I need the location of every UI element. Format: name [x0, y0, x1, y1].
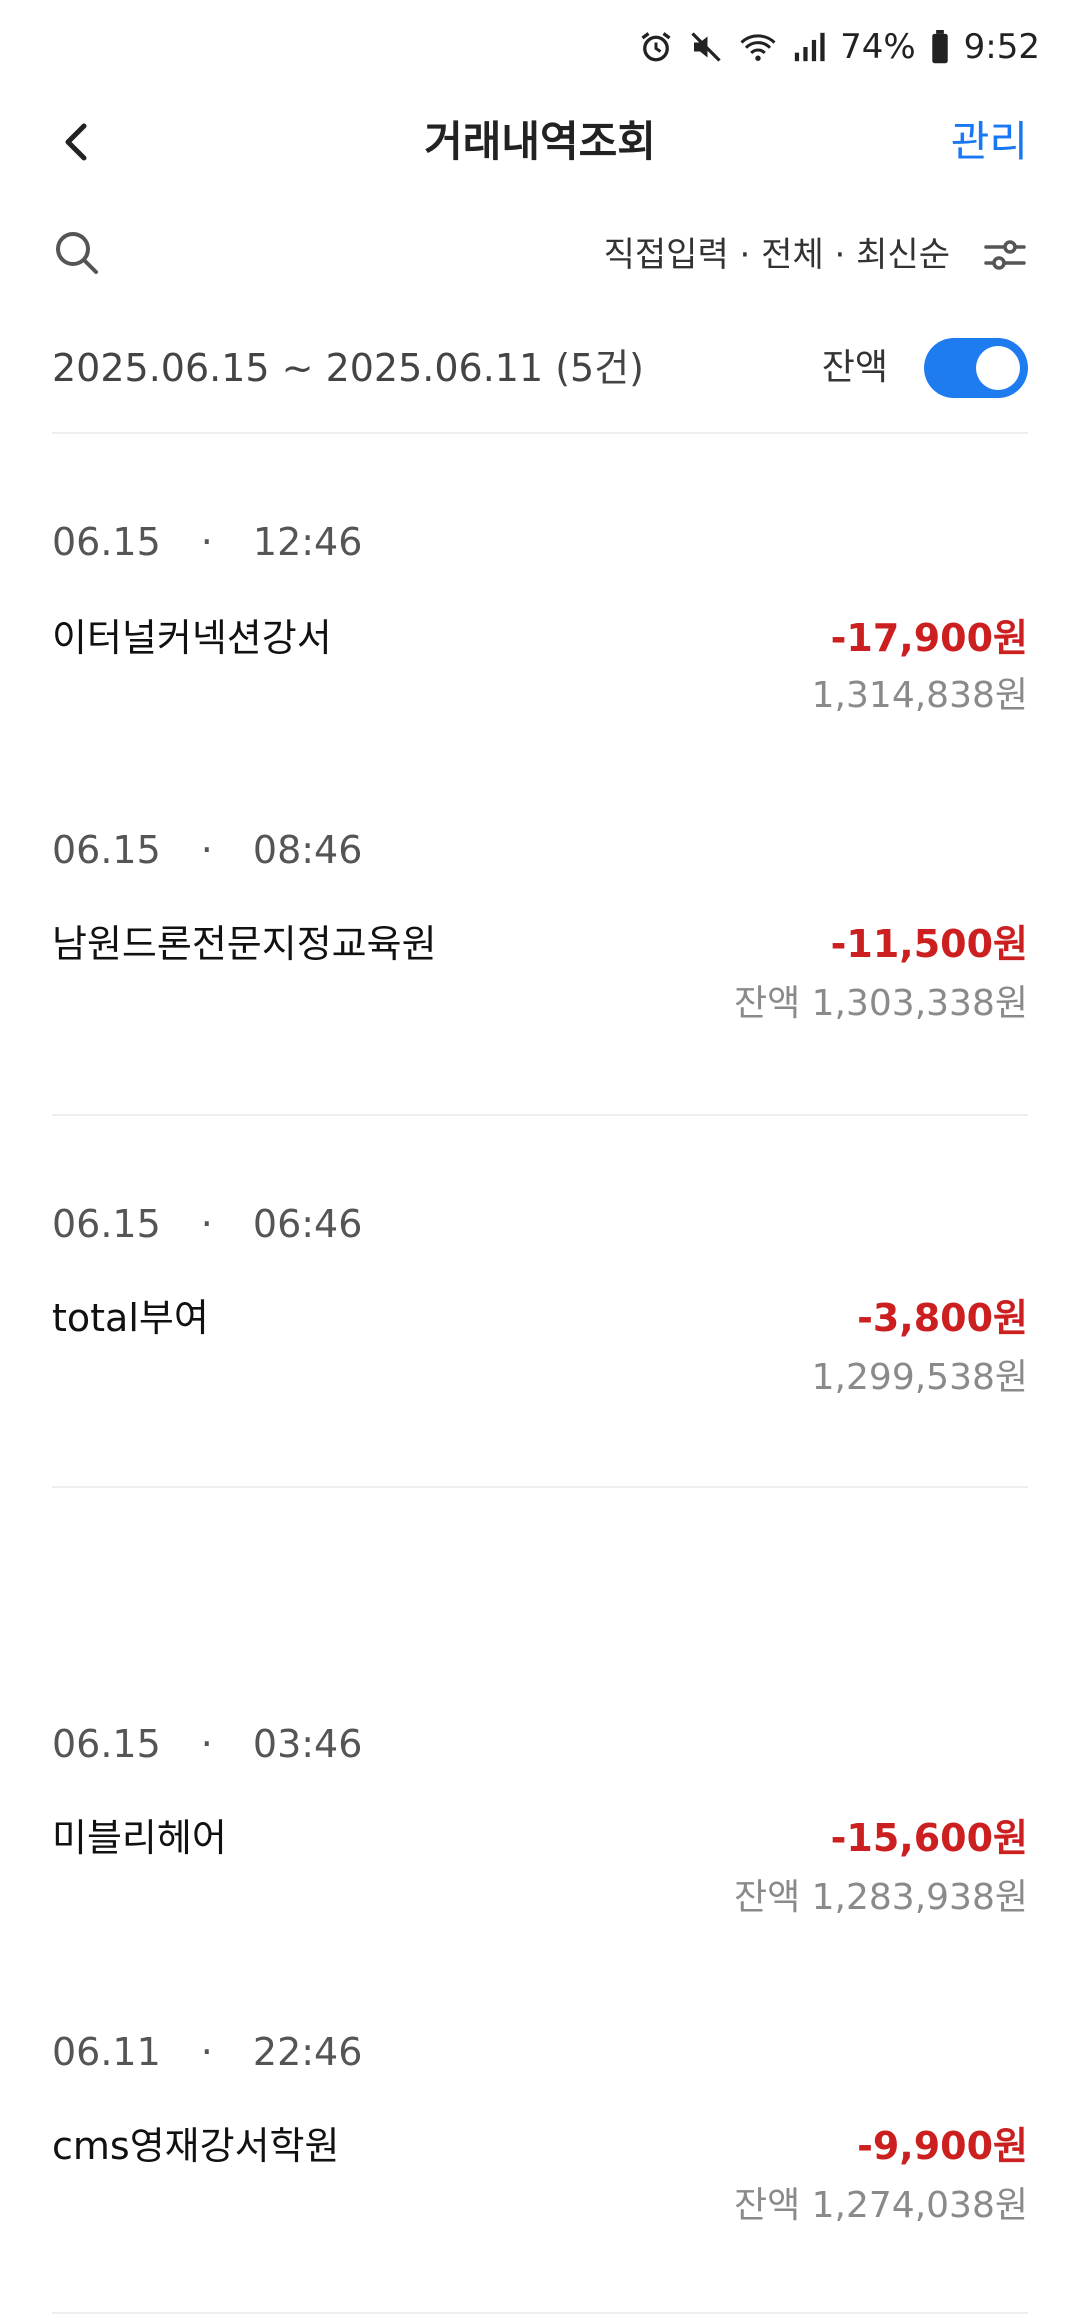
balance-toggle[interactable]: [924, 338, 1028, 398]
transaction-merchant[interactable]: 이터널커넥션강서: [52, 610, 332, 666]
transaction-datetime: 06.11 · 22:46: [52, 2030, 363, 2074]
transaction-amount: -3,800원: [857, 1296, 1028, 1340]
filter-settings-button[interactable]: [982, 232, 1028, 278]
transaction-merchant[interactable]: 남원드론전문지정교육원: [52, 916, 437, 972]
transaction-date: 06.15: [52, 828, 161, 872]
mute-icon: [688, 29, 724, 65]
page-title: 거래내역조회: [424, 117, 656, 166]
transaction-balance: 잔액 1,283,938원: [733, 1877, 1028, 1918]
transaction-time: 22:46: [252, 2030, 363, 2074]
transaction-datetime: 06.15 · 03:46: [52, 1722, 363, 1766]
transaction-date: 06.15: [52, 520, 161, 564]
transaction-balance: 1,299,538원: [811, 1357, 1028, 1398]
transaction-datetime: 06.15 · 08:46: [52, 828, 363, 872]
wifi-icon: [738, 29, 778, 65]
toggle-knob: [976, 346, 1020, 390]
divider: [52, 1486, 1028, 1488]
signal-icon: [792, 30, 826, 64]
transaction-time: 06:46: [252, 1202, 363, 1246]
transaction-time: 03:46: [252, 1722, 363, 1766]
transaction-time: 12:46: [252, 520, 363, 564]
transaction-amount: -17,900원: [830, 616, 1028, 660]
transaction-balance: 잔액 1,274,038원: [733, 2185, 1028, 2226]
transaction-balance: 1,314,838원: [811, 675, 1028, 716]
clock: 9:52: [963, 27, 1040, 67]
divider: [52, 2312, 1028, 2314]
transaction-date: 06.15: [52, 1722, 161, 1766]
transaction-merchant[interactable]: total부여: [52, 1290, 209, 1346]
divider: [52, 1114, 1028, 1116]
transaction-date: 06.11: [52, 2030, 161, 2074]
date-range: 2025.06.15 ~ 2025.06.11 (5건): [52, 346, 645, 390]
divider: [52, 432, 1028, 434]
transaction-merchant[interactable]: cms영재강서학원: [52, 2118, 339, 2174]
transaction-datetime: 06.15 · 12:46: [52, 520, 363, 564]
status-bar: 74% 9:52: [0, 0, 1080, 96]
search-icon: [52, 232, 102, 282]
transaction-time: 08:46: [252, 828, 363, 872]
balance-toggle-label: 잔액: [821, 347, 888, 388]
filter-summary[interactable]: 직접입력 · 전체 · 최신순: [604, 230, 950, 280]
transaction-merchant[interactable]: 미블리헤어: [52, 1810, 227, 1866]
transaction-amount: -11,500원: [830, 922, 1028, 966]
manage-button[interactable]: 관리: [951, 112, 1028, 172]
alarm-icon: [638, 29, 674, 65]
battery-percent: 74%: [840, 27, 916, 67]
transaction-amount: -15,600원: [830, 1816, 1028, 1860]
transaction-date: 06.15: [52, 1202, 161, 1246]
sliders-icon: [982, 240, 1028, 282]
chevron-left-icon: [48, 123, 108, 176]
transaction-datetime: 06.15 · 06:46: [52, 1202, 363, 1246]
transaction-amount: -9,900원: [857, 2124, 1028, 2168]
search-button[interactable]: [52, 228, 102, 278]
battery-icon: [930, 30, 950, 64]
back-button[interactable]: [48, 112, 108, 172]
transaction-balance: 잔액 1,303,338원: [733, 983, 1028, 1024]
